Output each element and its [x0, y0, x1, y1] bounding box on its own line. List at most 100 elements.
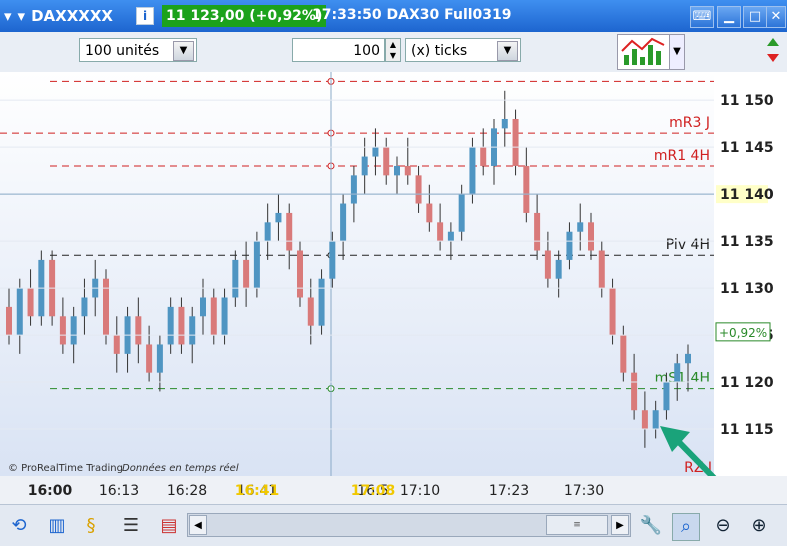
candle-body — [329, 241, 336, 279]
candle-body — [447, 231, 454, 242]
list-icon[interactable]: ☰ — [118, 513, 144, 539]
ticks-input[interactable]: 100 — [292, 38, 385, 62]
price-chart[interactable]: mR3 JmR1 4HPiv 4HmS1 4HRZ J 11 15011 145… — [0, 72, 787, 485]
bottom-toolbar: ⟲ ▥ § ☰ ▤ ◀ ≡ ▶ 🔧 ⌕ ⊖ ⊕ — [0, 504, 787, 546]
keyboard-icon[interactable]: ⌨ — [690, 6, 714, 28]
chart-type-dropdown[interactable]: ▼ — [669, 34, 685, 70]
refresh-icon[interactable] — [763, 34, 783, 66]
candle-body — [469, 147, 476, 195]
candle-body — [685, 353, 691, 364]
ticks-input-value: 100 — [353, 43, 380, 59]
candle-body — [135, 316, 142, 345]
candle-body — [297, 250, 303, 298]
candle-body — [232, 259, 239, 298]
wrench-icon[interactable]: 🔧 — [638, 513, 664, 539]
candle-body — [253, 241, 260, 289]
candle-body — [340, 203, 347, 242]
candle-body — [480, 147, 487, 166]
candle-body — [70, 316, 77, 345]
candle-body — [501, 118, 508, 129]
chart-type-icon — [621, 37, 665, 65]
current-price-label: 11 140 — [720, 187, 774, 203]
candle-body — [598, 250, 605, 289]
time-scrollbar[interactable]: ◀ ≡ ▶ — [187, 513, 631, 537]
zoom-auto-icon[interactable]: ⌕ — [672, 513, 700, 541]
pin-icon[interactable]: ▾ — [4, 7, 12, 25]
candle-body — [200, 297, 206, 317]
candle-body — [286, 212, 293, 251]
candle-body — [81, 297, 88, 317]
candle-body — [307, 297, 314, 326]
candle-body — [103, 278, 109, 336]
chevron-down-icon[interactable]: ▼ — [497, 41, 518, 61]
ticks-unit-select[interactable]: (x) ticks ▼ — [405, 38, 521, 62]
layout-icon[interactable]: ▥ — [44, 513, 70, 539]
candle-body — [221, 297, 228, 336]
candle-body — [350, 175, 357, 204]
chart-type-button[interactable] — [617, 34, 671, 70]
zoom-in-icon[interactable]: ⊕ — [746, 513, 772, 539]
minimize-button[interactable]: ▁ — [717, 6, 741, 28]
title-bar: ▾ ▾ DAXXXXX i 11 123,00 (+0,92%) 17:33:5… — [0, 0, 787, 32]
info-icon[interactable]: i — [136, 7, 154, 25]
time-axis-label: 17:30 — [564, 483, 604, 499]
chevron-down-icon[interactable]: ▼ — [173, 41, 194, 61]
time-axis-label: 17:23 — [489, 483, 529, 499]
candle-body — [59, 316, 66, 345]
scroll-thumb[interactable]: ≡ — [546, 515, 608, 535]
ticks-unit-value: (x) ticks — [411, 43, 468, 59]
candle-body — [534, 212, 541, 251]
maximize-button[interactable]: □ — [743, 6, 767, 28]
ticks-stepper[interactable]: ▲ ▼ — [385, 38, 401, 62]
candle-body — [394, 165, 400, 176]
level-label: mR3 J — [669, 115, 710, 131]
candle-body — [663, 382, 670, 411]
level-label: mR1 4H — [654, 148, 710, 164]
zoom-out-icon[interactable]: ⊖ — [710, 513, 736, 539]
candle-body — [555, 259, 562, 279]
instrument-selector[interactable]: ▾ ▾ DAXXXXX — [4, 7, 113, 25]
price-axis-label: 11 135 — [720, 234, 774, 250]
brick-icon[interactable]: ▤ — [156, 513, 182, 539]
candle-body — [156, 344, 163, 373]
price-axis-label: 11 130 — [720, 281, 774, 297]
quantity-select[interactable]: 100 unités ▼ — [79, 38, 197, 62]
candle-body — [641, 410, 648, 430]
price-axis-background — [714, 72, 787, 476]
candle-body — [544, 250, 551, 279]
time-axis-label: 16:13 — [99, 483, 139, 499]
chart-area[interactable]: mR3 JmR1 4H Piv 4H mS1 4H RZ J 11 150 11 145… — [0, 72, 787, 485]
scroll-right-button[interactable]: ▶ — [611, 515, 629, 535]
share-icon[interactable]: ⟲ — [6, 513, 32, 539]
candle-body — [275, 212, 282, 223]
candle-body — [631, 372, 638, 411]
time-axis-label: 16:00 — [28, 483, 73, 499]
candle-body — [523, 165, 530, 213]
watermark: © ProRealTime Trading — [8, 463, 123, 474]
candle-body — [426, 203, 433, 223]
time-axis: 16:00 16:13 16:28 16:41 16:5 17:10 17:23 17:30 1… — [0, 476, 787, 504]
price-change-badge: 11 123,00 (+0,92%) — [162, 5, 327, 27]
candle-body — [577, 222, 584, 232]
time-axis-label: 16:28 — [167, 483, 207, 499]
candle-body — [674, 363, 681, 383]
candle-body — [652, 410, 659, 430]
candle-body — [458, 194, 465, 232]
candle-body — [178, 306, 185, 345]
candle-body — [415, 175, 422, 204]
candle-body — [167, 306, 174, 345]
indicator-icon[interactable]: § — [78, 513, 104, 539]
candle-body — [404, 165, 411, 176]
close-button[interactable]: ✕ — [766, 6, 786, 28]
candle-body — [512, 118, 519, 166]
time-highlight-label: 17:08 — [351, 483, 396, 499]
candle-body — [383, 147, 390, 176]
dropdown-arrow-icon[interactable]: ▾ — [18, 7, 26, 25]
scroll-left-button[interactable]: ◀ — [189, 515, 207, 535]
price-axis-label: 11 145 — [720, 140, 774, 156]
candle-body — [588, 222, 594, 251]
candle-body — [372, 147, 379, 157]
candle-body — [361, 156, 368, 176]
window-title: 17:33:50 DAX30 Full0319 — [312, 7, 512, 23]
candle-body — [27, 288, 34, 317]
